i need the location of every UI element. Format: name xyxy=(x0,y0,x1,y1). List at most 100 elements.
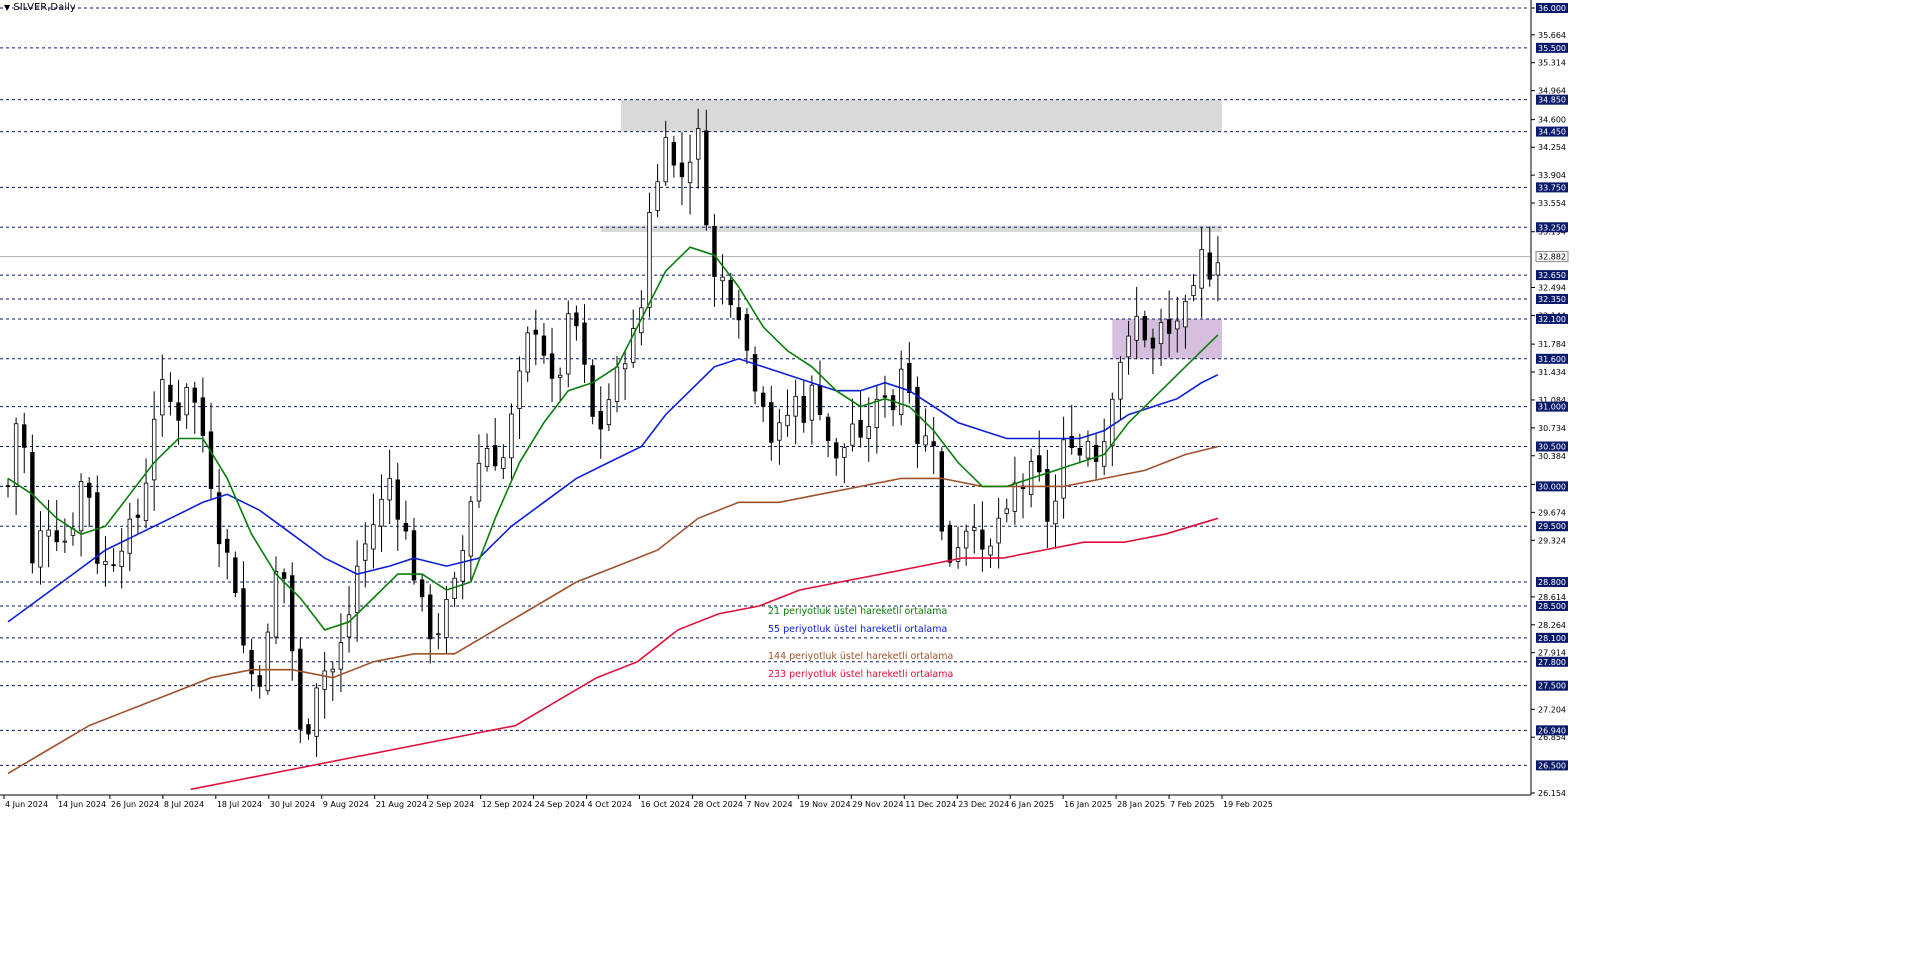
price-tick-label: 34.600 xyxy=(1538,116,1566,125)
level-label: 30.000 xyxy=(1538,482,1566,491)
time-tick-label: 26 Jun 2024 xyxy=(111,800,159,809)
candle-bull xyxy=(314,687,319,737)
candle-bear xyxy=(549,353,555,379)
candle-bull xyxy=(1191,285,1196,297)
candle-bear xyxy=(947,524,953,563)
price-tick-label: 35.664 xyxy=(1538,31,1566,40)
candle-bull xyxy=(484,447,490,468)
level-label: 28.100 xyxy=(1538,634,1566,643)
candle-bear xyxy=(22,424,27,448)
candle-bull xyxy=(103,560,108,565)
candle-bear xyxy=(428,594,433,640)
candle-bear xyxy=(671,141,677,166)
candle-bull xyxy=(1183,301,1188,328)
candle-bear xyxy=(760,392,766,407)
zone-gray xyxy=(600,225,1222,233)
candle-bull xyxy=(1126,335,1131,358)
candle-bear xyxy=(30,452,35,564)
candle-bear xyxy=(192,387,197,403)
price-tick-label: 28.264 xyxy=(1538,621,1566,630)
candle-bear xyxy=(111,564,116,567)
level-label: 33.250 xyxy=(1538,223,1566,232)
candle-bear xyxy=(225,538,230,553)
candle-bull xyxy=(363,543,368,561)
candle-bear xyxy=(1037,455,1042,473)
candle-bull xyxy=(1085,440,1091,459)
candle-bear xyxy=(298,648,303,730)
level-label: 27.500 xyxy=(1538,682,1566,691)
candle-bear xyxy=(582,322,587,365)
candle-bear xyxy=(882,395,888,398)
candle-bull xyxy=(785,414,790,427)
level-label: 33.750 xyxy=(1538,183,1566,192)
candle-bear xyxy=(281,572,287,579)
candle-bull xyxy=(1053,500,1058,525)
candle-bear xyxy=(395,479,400,520)
symbol-title: SILVER,Daily xyxy=(13,2,76,13)
candle-bull xyxy=(13,423,19,487)
time-tick-label: 24 Sep 2024 xyxy=(535,800,586,809)
time-tick-label: 28 Jan 2025 xyxy=(1117,800,1165,809)
candle-bear xyxy=(679,162,685,178)
time-tick-label: 4 Oct 2024 xyxy=(588,800,632,809)
chart-title: ▼ SILVER,Daily xyxy=(4,2,76,13)
candle-bear xyxy=(135,514,141,518)
candle-bull xyxy=(379,498,384,527)
candle-bear xyxy=(834,442,839,459)
level-label: 32.350 xyxy=(1538,295,1566,304)
candle-bull xyxy=(899,368,904,416)
candle-bear xyxy=(168,384,173,402)
chart-root[interactable]: 36.000 35.664 35.314 34.964 34.600 34.254 33.9… xyxy=(0,0,1916,963)
candle-bull xyxy=(160,379,165,416)
level-label: 27.800 xyxy=(1538,658,1566,667)
candle-bull xyxy=(184,386,189,416)
price-tick-label: 29.674 xyxy=(1538,508,1566,517)
candle-bull xyxy=(622,363,628,370)
candle-bear xyxy=(419,579,425,598)
level-label: 26.940 xyxy=(1538,726,1566,735)
level-label: 28.800 xyxy=(1538,578,1566,587)
candle-bear xyxy=(704,130,709,226)
time-tick-label: 14 Jun 2024 xyxy=(58,800,106,809)
candle-bear xyxy=(200,397,206,436)
time-tick-label: 6 Jan 2025 xyxy=(1011,800,1054,809)
candle-bear xyxy=(1045,469,1050,522)
time-tick-label: 30 Jul 2024 xyxy=(270,800,315,809)
candle-bull xyxy=(866,426,871,439)
candle-bull xyxy=(923,435,928,446)
candle-bull xyxy=(614,366,620,402)
candle-bull xyxy=(338,642,344,670)
level-label: 29.500 xyxy=(1538,522,1566,531)
triangle-down-icon[interactable]: ▼ xyxy=(4,3,10,12)
zone-gray xyxy=(621,99,1222,132)
price-tick-label: 29.324 xyxy=(1538,536,1566,545)
price-tick-label: 30.384 xyxy=(1538,452,1566,461)
candle-bear xyxy=(1077,447,1083,456)
candle-bull xyxy=(38,530,43,568)
price-tick-label: 31.784 xyxy=(1538,340,1566,349)
candle-bull xyxy=(62,540,68,543)
time-tick-label: 19 Feb 2025 xyxy=(1223,800,1273,809)
level-label: 35.500 xyxy=(1538,44,1566,53)
candle-bull xyxy=(874,398,880,428)
candle-bull xyxy=(972,527,977,531)
candle-bear xyxy=(1093,444,1099,462)
candle-bull xyxy=(1110,398,1115,447)
candle-bear xyxy=(289,575,295,652)
candle-bull xyxy=(1175,320,1180,330)
candle-bull xyxy=(151,418,157,481)
price-chart[interactable]: 36.000 35.664 35.314 34.964 34.600 34.254 33.9… xyxy=(0,0,1916,963)
time-tick-label: 16 Jan 2025 xyxy=(1064,800,1112,809)
time-tick-label: 21 Aug 2024 xyxy=(376,800,427,809)
time-tick-label: 8 Jul 2024 xyxy=(164,800,204,809)
candle-bull xyxy=(842,447,847,458)
legend-ema144: 144 periyotluk üstel hareketli ortalama xyxy=(768,651,953,662)
candle-bear xyxy=(801,396,806,423)
candle-bull xyxy=(963,530,969,549)
time-tick-label: 9 Aug 2024 xyxy=(323,800,369,809)
candle-bear xyxy=(87,482,92,498)
price-tick-label: 31.434 xyxy=(1538,368,1566,377)
candle-bull xyxy=(436,633,441,636)
time-tick-label: 16 Oct 2024 xyxy=(640,800,689,809)
legend-ema55: 55 periyotluk üstel hareketli ortalama xyxy=(768,624,947,635)
